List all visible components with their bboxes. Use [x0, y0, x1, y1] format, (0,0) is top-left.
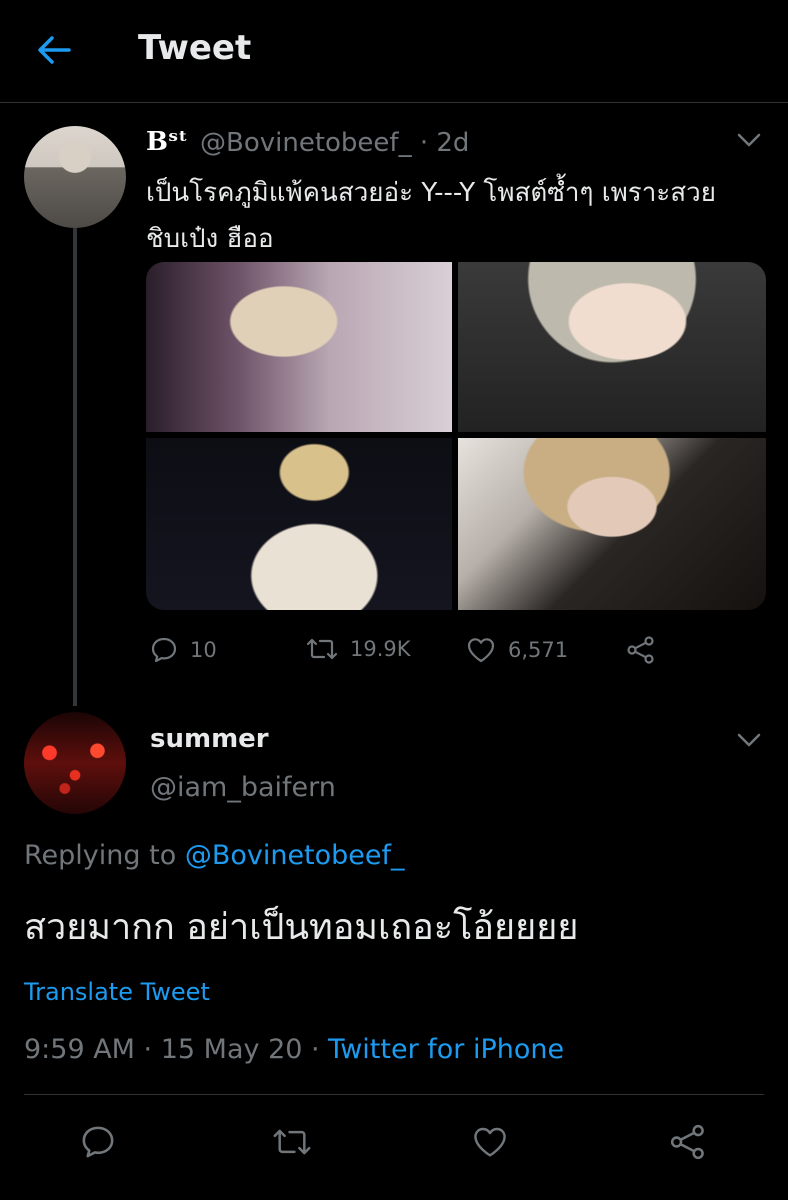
- author-name[interactable]: Bˢᵗ: [146, 127, 188, 157]
- media-grid: [146, 262, 766, 610]
- photo-4[interactable]: [458, 438, 766, 610]
- divider: [24, 1094, 764, 1095]
- author-handle-time[interactable]: @Bovinetobeef_ · 2d: [200, 128, 469, 158]
- reply-action[interactable]: 10: [150, 636, 217, 664]
- share-icon[interactable]: [666, 1120, 710, 1164]
- back-arrow-icon[interactable]: [34, 30, 74, 70]
- source-link[interactable]: Twitter for iPhone: [328, 1034, 564, 1065]
- retweet-count: 19.9K: [350, 637, 411, 661]
- avatar[interactable]: [24, 712, 126, 814]
- tweet-text: เป็นโรคภูมิแพ้คนสวยอ่ะ Y---Y โพสต์ซ้ำๆ เ…: [146, 178, 716, 254]
- chevron-down-icon[interactable]: [736, 730, 762, 750]
- reply-icon: [151, 637, 177, 663]
- reply-icon[interactable]: [76, 1120, 120, 1164]
- tweet-text: สวยมากก อย่าเป็นทอมเถอะโอ้ยยยย: [24, 907, 579, 948]
- replying-to: Replying to @Bovinetobeef_: [24, 840, 405, 871]
- page-title: Tweet: [138, 28, 252, 68]
- tweet-meta: 9:59 AM · 15 May 20 · Twitter for iPhone: [24, 1034, 564, 1065]
- thread-connector: [73, 228, 77, 706]
- reply-count: 10: [190, 638, 217, 662]
- timestamp: 9:59 AM · 15 May 20 ·: [24, 1034, 329, 1065]
- author-handle[interactable]: @iam_baifern: [150, 772, 336, 803]
- heart-icon[interactable]: [468, 1120, 512, 1164]
- avatar[interactable]: [24, 126, 126, 228]
- replying-prefix: Replying to: [24, 840, 185, 871]
- mention-link[interactable]: @Bovinetobeef_: [185, 840, 405, 871]
- translate-tweet-link[interactable]: Translate Tweet: [24, 978, 210, 1006]
- photo-2[interactable]: [458, 262, 766, 432]
- retweet-icon[interactable]: [270, 1120, 314, 1164]
- like-action[interactable]: 6,571: [466, 636, 568, 664]
- photo-3[interactable]: [146, 438, 452, 610]
- photo-1[interactable]: [146, 262, 452, 432]
- like-count: 6,571: [508, 638, 569, 662]
- share-icon[interactable]: [626, 636, 668, 664]
- retweet-action[interactable]: 19.9K: [306, 636, 411, 662]
- chevron-down-icon[interactable]: [736, 130, 762, 150]
- heart-icon: [467, 638, 495, 663]
- retweet-icon: [306, 638, 338, 660]
- top-bar: [0, 0, 788, 103]
- author-name[interactable]: summer: [150, 724, 269, 754]
